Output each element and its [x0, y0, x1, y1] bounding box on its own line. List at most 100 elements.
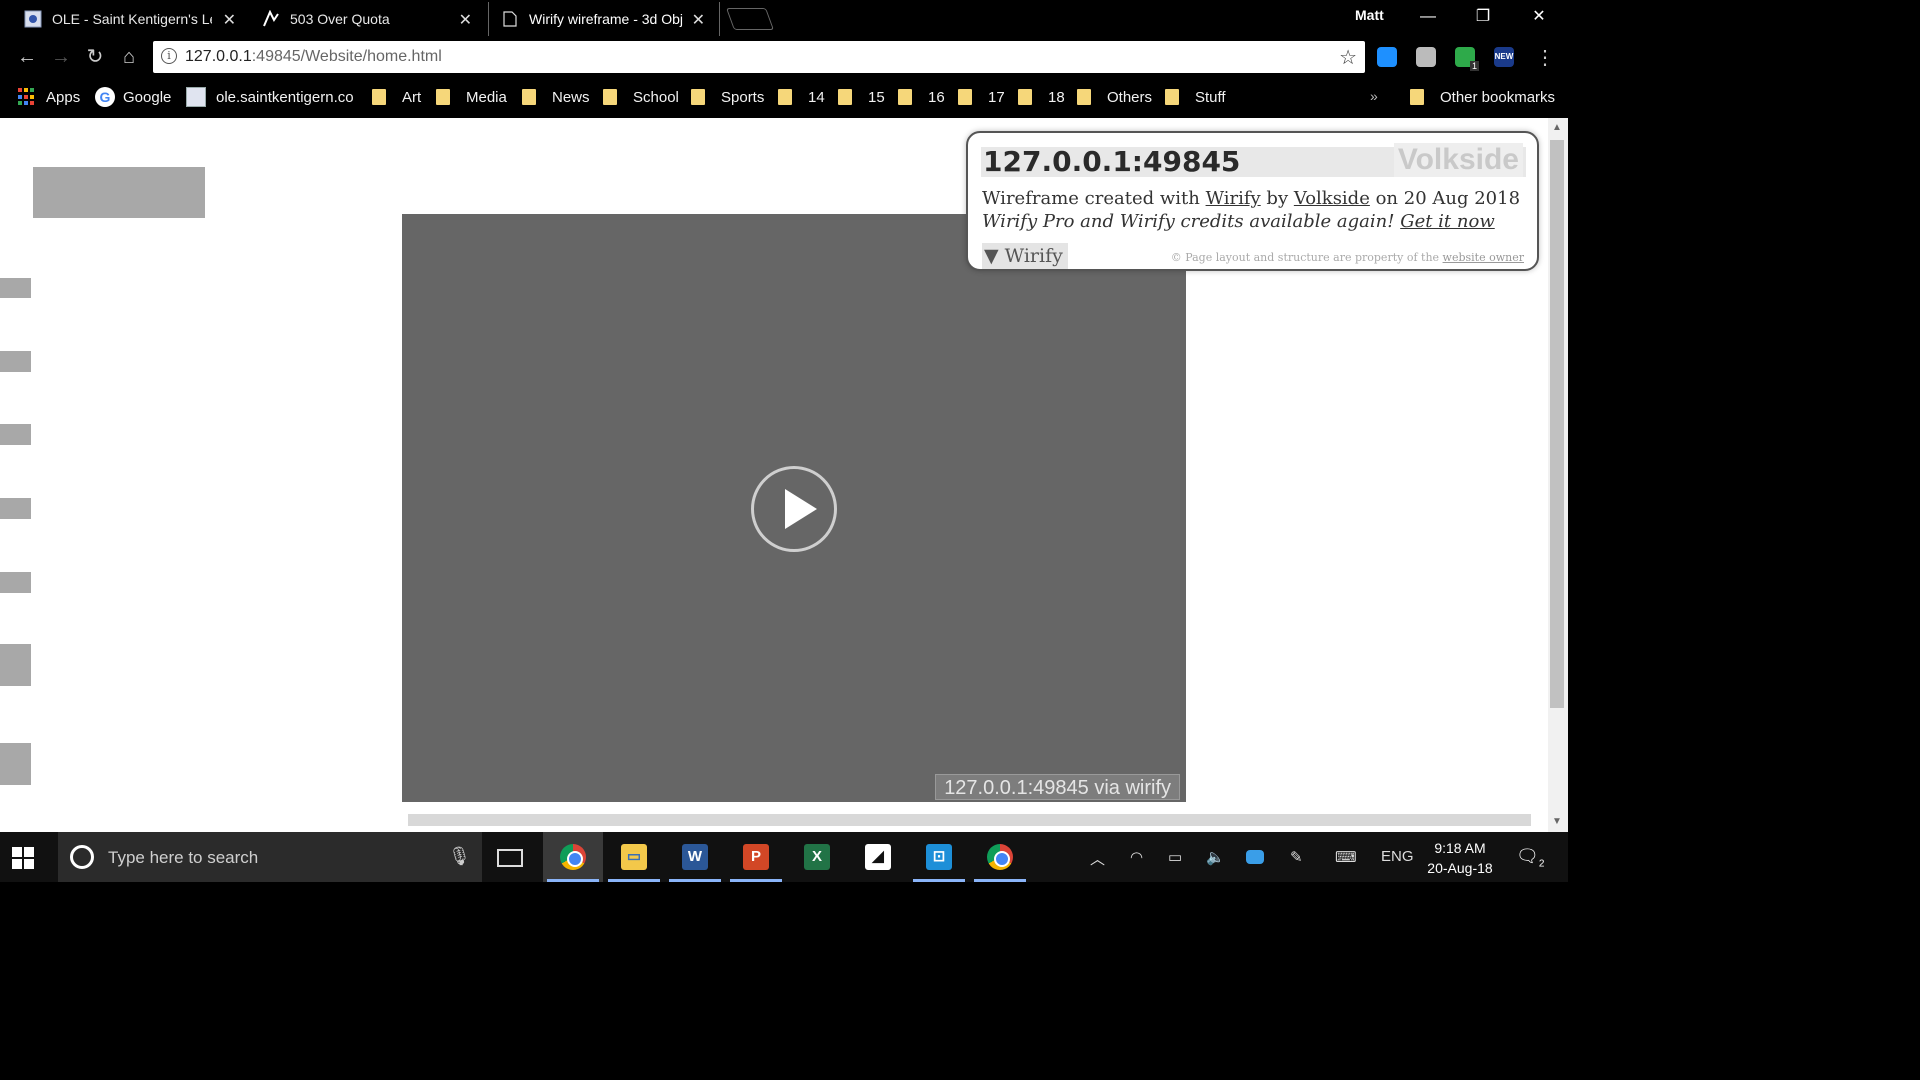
taskbar-chrome-2[interactable] [970, 832, 1030, 882]
onedrive-extension-icon[interactable] [1377, 47, 1397, 67]
cortana-icon[interactable] [70, 845, 94, 869]
forward-arrow-icon[interactable]: → [48, 45, 74, 69]
bookmark-label: Media [466, 88, 507, 106]
bookmark-apps[interactable]: Apps [18, 87, 80, 107]
bookmark-folder-news[interactable]: News [522, 87, 590, 107]
bookmark-folder-17[interactable]: 17 [958, 87, 1005, 107]
keyboard-icon[interactable]: ⌨ [1335, 848, 1357, 866]
bookmark-google[interactable]: G Google [95, 87, 171, 107]
bookmark-folder-art[interactable]: Art [372, 87, 421, 107]
clock[interactable]: 9:18 AM 20-Aug-18 [1420, 838, 1500, 878]
vertical-scrollbar[interactable]: ▲ ▼ [1548, 118, 1568, 832]
clock-date: 20-Aug-18 [1427, 860, 1493, 876]
scrollbar-thumb[interactable] [1550, 140, 1564, 708]
nav-placeholder[interactable] [0, 572, 31, 593]
bookmark-folder-media[interactable]: Media [436, 87, 507, 107]
taskbar-sticky-notes[interactable]: ◢ [848, 832, 908, 882]
bookmark-folder-16[interactable]: 16 [898, 87, 945, 107]
website-owner-link[interactable]: website owner [1443, 251, 1524, 264]
bookmark-label: Sports [721, 88, 765, 106]
minimize-button[interactable]: — [1405, 4, 1451, 30]
taskbar-chrome[interactable] [543, 832, 603, 882]
bookmark-folder-15[interactable]: 15 [838, 87, 885, 107]
bookmark-label: News [552, 88, 590, 106]
bookmark-ole[interactable]: ole.saintkentigern.co [186, 87, 354, 107]
bookmark-folder-others[interactable]: Others [1077, 87, 1152, 107]
bookmark-folder-14[interactable]: 14 [778, 87, 825, 107]
address-bar[interactable]: i 127.0.0.1:49845/Website/home.html ☆ [153, 41, 1365, 73]
nav-placeholder[interactable] [0, 424, 31, 445]
new-extension-icon[interactable]: NEW [1494, 47, 1514, 67]
bookmarks-overflow-icon[interactable]: » [1370, 88, 1378, 104]
nav-placeholder[interactable] [0, 278, 31, 298]
info-icon[interactable]: i [161, 48, 177, 64]
profile-name[interactable]: Matt [1355, 7, 1384, 23]
bookmark-other[interactable]: Other bookmarks [1410, 87, 1555, 107]
taskbar-excel[interactable]: X [787, 832, 847, 882]
nav-placeholder[interactable] [0, 498, 31, 519]
taskbar-file-explorer[interactable]: ▭ [604, 832, 664, 882]
wirify-toggle[interactable]: ▼ Wirify [982, 243, 1068, 269]
bookmark-folder-18[interactable]: 18 [1018, 87, 1065, 107]
wirify-link[interactable]: Wirify [1206, 188, 1261, 209]
pen-icon[interactable]: ✎ [1290, 848, 1303, 866]
volume-icon[interactable]: 🔈 [1206, 848, 1225, 866]
nav-placeholder[interactable] [0, 644, 31, 686]
tab-ole[interactable]: OLE - Saint Kentigern's Le ✕ [0, 2, 250, 36]
action-center-icon[interactable]: 🗨2 [1516, 846, 1544, 870]
folder-icon [778, 89, 792, 105]
page-content: 127.0.0.1:49845 via wirify 127.0.0.1:498… [0, 118, 1548, 832]
bookmark-label: 17 [988, 88, 1005, 106]
restore-button[interactable]: ❐ [1460, 4, 1506, 30]
close-button[interactable]: ✕ [1516, 4, 1562, 30]
folder-icon [372, 89, 386, 105]
video-placeholder[interactable]: 127.0.0.1:49845 via wirify [402, 214, 1186, 802]
taskbar-snipping[interactable]: ⊡ [909, 832, 969, 882]
bookmark-label: 15 [868, 88, 885, 106]
onedrive-icon[interactable] [1246, 850, 1264, 864]
word-icon: W [682, 844, 708, 870]
task-view-icon[interactable] [497, 849, 523, 867]
language-indicator[interactable]: ENG [1381, 848, 1414, 865]
reload-icon[interactable]: ↻ [82, 45, 108, 69]
close-tab-icon[interactable]: ✕ [223, 10, 236, 30]
close-tab-icon[interactable]: ✕ [692, 10, 705, 30]
bookmark-folder-school[interactable]: School [603, 87, 679, 107]
tab-wirify[interactable]: Wirify wireframe - 3d Obj ✕ [488, 2, 720, 36]
network-icon[interactable]: ◠ [1130, 848, 1143, 866]
ole-favicon-icon [24, 10, 42, 28]
close-tab-icon[interactable]: ✕ [459, 10, 472, 30]
new-tab-button[interactable] [725, 8, 775, 30]
nav-placeholder[interactable] [0, 351, 31, 372]
url-text[interactable]: 127.0.0.1:49845/Website/home.html [185, 48, 442, 66]
bookmark-folder-stuff[interactable]: Stuff [1165, 87, 1226, 107]
menu-dots-icon[interactable]: ⋮ [1535, 45, 1555, 70]
microphone-icon[interactable]: 🎙 [448, 846, 471, 867]
windows-start-icon[interactable] [12, 847, 34, 869]
home-icon[interactable]: ⌂ [116, 45, 142, 69]
scroll-down-icon[interactable]: ▼ [1552, 816, 1562, 827]
taskbar-word[interactable]: W [665, 832, 725, 882]
volkside-link[interactable]: Volkside [1294, 188, 1370, 209]
taskbar: Type here to search 🎙 ▭ W P X ◢ ⊡ ︿ ◠ ▭ … [0, 832, 1568, 882]
bookmark-folder-sports[interactable]: Sports [691, 87, 764, 107]
logo-placeholder[interactable] [33, 167, 205, 218]
battery-icon[interactable]: ▭ [1168, 848, 1182, 866]
shield-extension-icon[interactable]: 1 [1455, 47, 1479, 71]
extension-icon[interactable] [1416, 47, 1436, 67]
bookmark-star-icon[interactable]: ☆ [1339, 45, 1357, 70]
back-arrow-icon[interactable]: ← [14, 45, 40, 69]
get-it-now-link[interactable]: Get it now [1400, 211, 1495, 232]
taskbar-search[interactable]: Type here to search 🎙 [58, 832, 482, 882]
nav-placeholder[interactable] [0, 743, 31, 785]
tab-over-quota[interactable]: 503 Over Quota ✕ [250, 2, 486, 36]
play-icon[interactable] [751, 466, 837, 552]
taskbar-powerpoint[interactable]: P [726, 832, 786, 882]
volkside-logo: Volkside [1393, 143, 1523, 177]
scroll-up-icon[interactable]: ▲ [1552, 122, 1562, 133]
show-hidden-icons-icon[interactable]: ︿ [1090, 848, 1105, 869]
file-explorer-icon: ▭ [621, 844, 647, 870]
folder-icon [1165, 89, 1179, 105]
folder-icon [1077, 89, 1091, 105]
wirify-promo-line: Wirify Pro and Wirify credits available … [982, 211, 1495, 232]
